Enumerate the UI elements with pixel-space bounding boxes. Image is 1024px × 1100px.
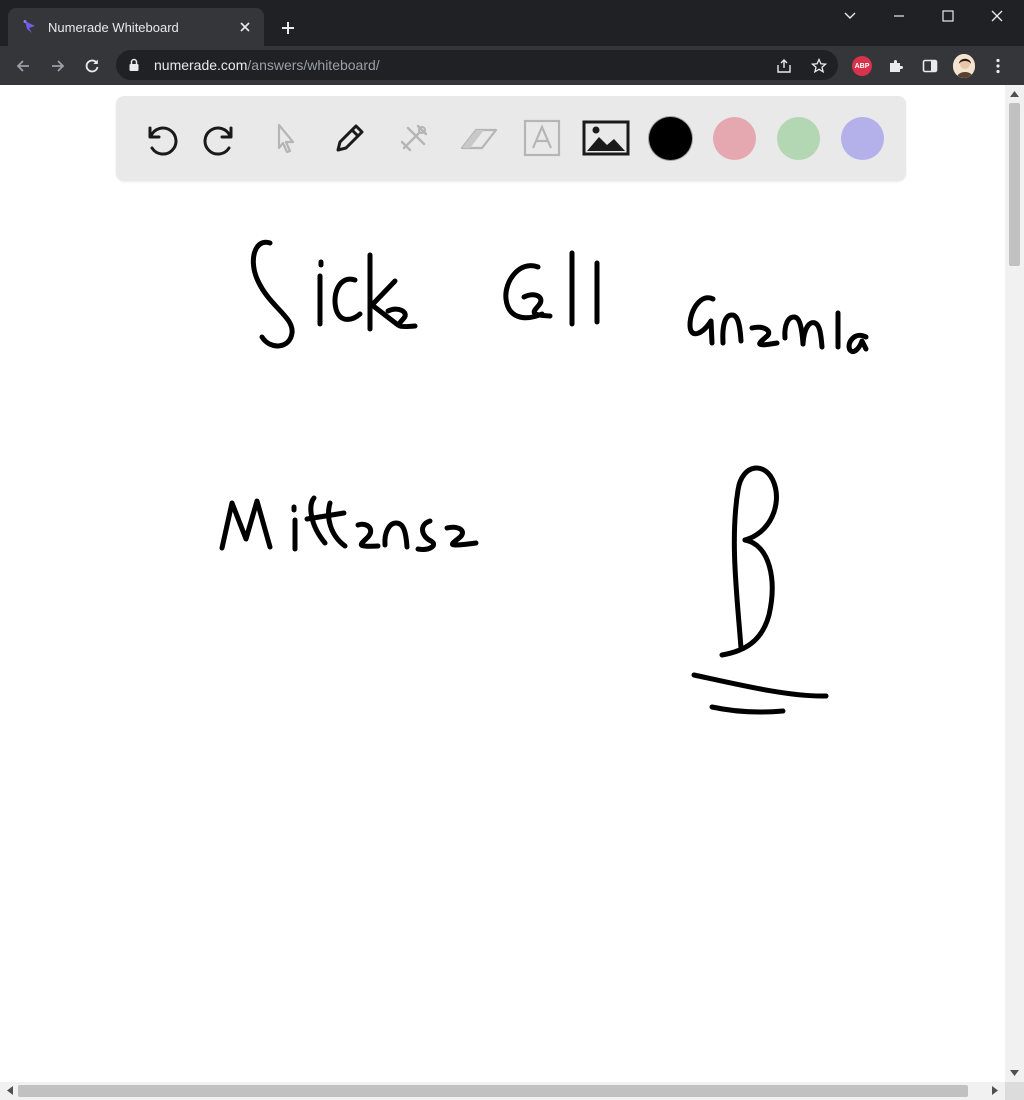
tools-button[interactable]: [392, 116, 436, 160]
tools-icon: [394, 118, 434, 158]
color-swatch-black[interactable]: [649, 117, 692, 160]
avatar: [953, 54, 975, 78]
close-window-icon[interactable]: [985, 4, 1009, 28]
whiteboard-drawing: [219, 239, 869, 715]
maximize-icon[interactable]: [936, 4, 960, 28]
scroll-left-arrow-icon[interactable]: [5, 1086, 14, 1095]
browser-tab-strip: Numerade Whiteboard: [0, 0, 1024, 46]
undo-icon: [139, 118, 179, 158]
text-tool-button[interactable]: [520, 116, 564, 160]
browser-toolbar: numerade.com/answers/whiteboard/ ABP: [0, 46, 1024, 85]
minimize-icon[interactable]: [887, 4, 911, 28]
handwriting-sickle: [250, 239, 418, 349]
whiteboard-toolbar: [116, 96, 906, 181]
pen-icon: [330, 118, 370, 158]
pen-tool-button[interactable]: [328, 116, 372, 160]
eraser-icon: [456, 118, 500, 158]
color-swatch-purple[interactable]: [841, 117, 884, 160]
adblock-plus-icon[interactable]: ABP: [851, 55, 873, 77]
tab-search-chevron-down-icon[interactable]: [838, 4, 862, 28]
scrollbar-corner: [1005, 1082, 1024, 1100]
back-arrow-icon[interactable]: [10, 53, 36, 79]
extensions-puzzle-icon[interactable]: [885, 55, 907, 77]
horizontal-scrollbar[interactable]: [0, 1082, 1005, 1100]
vertical-scrollbar[interactable]: [1005, 85, 1024, 1082]
side-panel-icon[interactable]: [919, 55, 941, 77]
text-icon: [522, 118, 562, 158]
handwriting-beta: [691, 465, 829, 715]
browser-tab-numerade[interactable]: Numerade Whiteboard: [8, 8, 264, 46]
select-tool-button[interactable]: [264, 116, 308, 160]
handwriting-missense: [219, 495, 479, 552]
vertical-scroll-thumb[interactable]: [1009, 103, 1020, 266]
profile-avatar[interactable]: [953, 54, 975, 78]
scroll-right-arrow-icon[interactable]: [990, 1086, 999, 1095]
color-swatch-green[interactable]: [777, 117, 820, 160]
redo-icon: [202, 118, 242, 158]
handwriting-cell: [503, 250, 600, 327]
image-icon: [582, 118, 630, 158]
horizontal-scroll-thumb[interactable]: [18, 1085, 968, 1097]
share-icon[interactable]: [774, 56, 794, 76]
lock-icon[interactable]: [128, 58, 142, 72]
insert-image-button[interactable]: [582, 116, 630, 160]
eraser-button[interactable]: [456, 116, 500, 160]
scroll-down-arrow-icon[interactable]: [1010, 1068, 1019, 1077]
select-cursor-icon: [266, 118, 306, 158]
color-swatch-pink[interactable]: [713, 117, 756, 160]
forward-arrow-icon[interactable]: [45, 53, 71, 79]
undo-button[interactable]: [137, 116, 181, 160]
bookmark-star-icon[interactable]: [809, 56, 829, 76]
url-host: numerade.com: [154, 57, 248, 73]
handwriting-anemia: [687, 295, 869, 355]
redo-button[interactable]: [200, 116, 244, 160]
menu-kebab-icon[interactable]: [987, 55, 1009, 77]
url-path: /answers/whiteboard/: [247, 57, 380, 73]
address-bar[interactable]: numerade.com/answers/whiteboard/: [116, 50, 838, 80]
numerade-logo-icon: [22, 19, 38, 35]
new-tab-icon[interactable]: [276, 16, 300, 40]
whiteboard-canvas[interactable]: [0, 85, 1005, 1082]
reload-icon[interactable]: [79, 53, 105, 79]
close-tab-icon[interactable]: [236, 18, 254, 36]
tab-title: Numerade Whiteboard: [48, 19, 179, 35]
scroll-up-arrow-icon[interactable]: [1010, 89, 1019, 98]
